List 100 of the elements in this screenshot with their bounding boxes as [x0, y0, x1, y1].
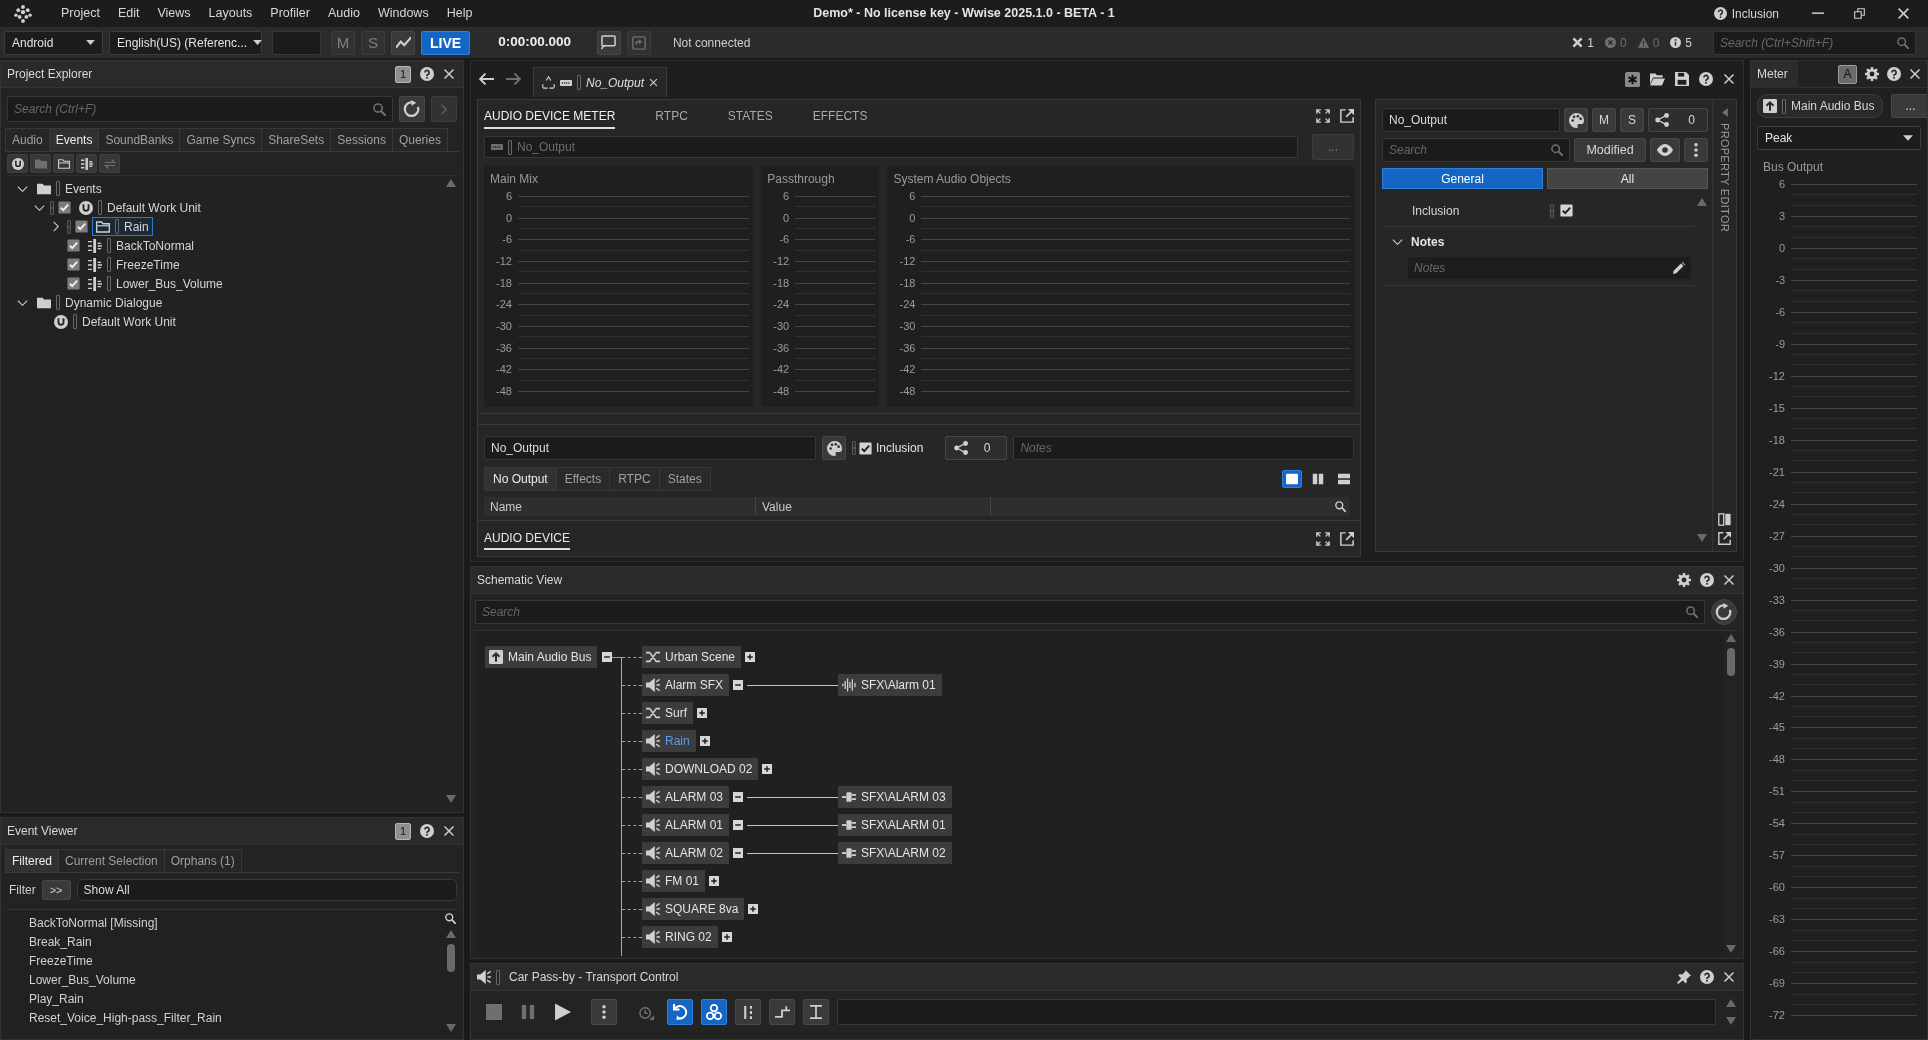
chevron-right-icon[interactable] [53, 221, 59, 232]
visibility-button[interactable] [1650, 138, 1680, 162]
event-item[interactable]: Lower_Bus_Volume [29, 971, 444, 990]
checkbox[interactable] [67, 258, 80, 271]
search-icon[interactable] [445, 913, 456, 924]
more-button[interactable] [1684, 138, 1708, 162]
plus-box-icon[interactable] [699, 736, 710, 746]
tab[interactable]: General [1382, 168, 1543, 189]
schematic-node[interactable]: Urban Scene [642, 646, 742, 668]
plus-box-icon[interactable] [697, 708, 707, 718]
platform-dropdown[interactable]: Android [4, 30, 103, 55]
inclusion-button[interactable]: Inclusion [1706, 1, 1786, 26]
close-icon[interactable] [1909, 68, 1921, 80]
chevron-down-icon[interactable] [33, 204, 45, 211]
help-icon[interactable] [1699, 72, 1713, 86]
close-icon[interactable] [649, 78, 659, 87]
tab[interactable]: Events [48, 128, 100, 151]
schematic-node[interactable]: SFX\ALARM 02 [838, 842, 952, 864]
filter-button[interactable]: Modified [1574, 138, 1646, 162]
more-button[interactable]: ... [1891, 94, 1927, 118]
event-item[interactable]: Reset_Voice_High-pass_Filter_Rain [29, 1009, 444, 1028]
tab[interactable]: AUDIO DEVICE METER [484, 103, 616, 129]
plus-box-icon[interactable] [721, 932, 732, 942]
schematic-node[interactable]: RING 02 [642, 926, 718, 948]
checkbox[interactable] [67, 277, 80, 290]
minus-box-icon[interactable] [733, 848, 744, 858]
count-badge[interactable]: 1 [394, 822, 411, 840]
tree-item[interactable]: Lower_Bus_Volume [84, 274, 227, 293]
work-unit-button[interactable] [7, 154, 28, 173]
close-icon[interactable] [443, 825, 455, 837]
menu-item[interactable]: Profiler [261, 2, 319, 25]
triangle-left-icon[interactable] [1721, 108, 1728, 117]
schematic-node[interactable]: Surf [642, 702, 693, 724]
schematic-node[interactable]: ALARM 03 [642, 786, 730, 808]
logo-icon[interactable] [14, 4, 32, 23]
minus-box-icon[interactable] [733, 792, 744, 802]
tab[interactable]: No Output [484, 467, 557, 491]
pin-icon[interactable] [1677, 970, 1691, 984]
minimize-icon[interactable] [1812, 12, 1824, 15]
checkbox[interactable] [859, 441, 872, 455]
event-item[interactable]: Break_Rain [29, 933, 444, 952]
tab[interactable]: RTPC [609, 467, 660, 491]
menu-item[interactable]: Project [52, 2, 109, 25]
tab[interactable]: RTPC [655, 103, 688, 129]
step-button[interactable] [769, 999, 795, 1025]
chevron-down-icon[interactable] [16, 185, 28, 192]
mode-dropdown[interactable]: Peak [1757, 126, 1921, 150]
pencil-icon[interactable] [1673, 262, 1685, 274]
filter-toggle-button[interactable]: >> [41, 880, 71, 900]
schematic-node[interactable]: SFX\Alarm 01 [838, 674, 942, 696]
editor-tab[interactable]: No_Output [533, 67, 668, 97]
popout-icon[interactable] [1340, 109, 1354, 123]
references-button[interactable]: 0 [945, 436, 1008, 460]
search-icon[interactable] [1335, 501, 1346, 512]
tab[interactable]: STATES [727, 103, 773, 129]
return-arrow-button[interactable] [667, 999, 693, 1025]
event-item[interactable]: Play_Rain [29, 990, 444, 1009]
tree-item[interactable]: Dynamic Dialogue [33, 293, 167, 312]
settings-icon[interactable] [1865, 67, 1879, 81]
plus-box-icon[interactable] [762, 764, 773, 774]
screen-arrow-button[interactable] [626, 30, 651, 55]
chevron-down-icon[interactable] [16, 299, 28, 306]
menu-item[interactable]: Windows [368, 2, 438, 25]
help-icon[interactable] [420, 824, 434, 838]
schematic-node[interactable]: SFX\ALARM 03 [838, 786, 952, 808]
refresh-button[interactable] [399, 96, 425, 122]
schematic-node[interactable]: SFX\ALARM 01 [838, 814, 952, 836]
split-panel-icon[interactable] [1718, 513, 1731, 526]
help-icon[interactable] [1700, 970, 1714, 984]
event-item[interactable]: BackToNormal [Missing] [29, 914, 444, 933]
three-circles-button[interactable] [701, 999, 727, 1025]
filter-field[interactable]: Show All [76, 879, 457, 901]
close-icon[interactable] [1897, 7, 1910, 20]
empty-field[interactable] [272, 30, 321, 55]
menu-item[interactable]: Audio [318, 2, 369, 25]
schematic-node[interactable]: FM 01 [642, 870, 705, 892]
language-dropdown[interactable]: English(US) (Referenc... [109, 30, 262, 55]
checkbox[interactable] [75, 220, 88, 233]
minus-box-icon[interactable] [733, 820, 744, 830]
settings-icon[interactable] [1677, 573, 1691, 587]
bar-markers-button[interactable] [735, 999, 761, 1025]
live-button[interactable]: LIVE [421, 30, 471, 55]
trend-button[interactable] [391, 30, 415, 55]
tree-item[interactable]: FreezeTime [84, 255, 184, 274]
plus-box-icon[interactable] [709, 876, 719, 886]
schematic-node[interactable]: SQUARE 8va [642, 898, 745, 920]
checkbox[interactable] [67, 239, 80, 252]
tab[interactable]: States [658, 467, 711, 491]
bus-button[interactable]: Main Audio Bus [1757, 94, 1884, 118]
minus-box-icon[interactable] [733, 680, 743, 690]
tree-item[interactable]: Default Work Unit [75, 198, 205, 217]
close-icon[interactable] [1723, 971, 1735, 983]
schematic-node[interactable]: DOWNLOAD 02 [642, 758, 759, 780]
folder-outline-button[interactable] [53, 154, 74, 173]
plus-box-icon[interactable] [745, 652, 756, 662]
chevron-down-icon[interactable] [1392, 239, 1403, 245]
tab[interactable]: Effects [555, 467, 611, 491]
expand-icon[interactable] [1316, 109, 1330, 123]
menu-item[interactable]: Views [148, 2, 200, 25]
forward-arrow-icon[interactable] [506, 73, 521, 85]
